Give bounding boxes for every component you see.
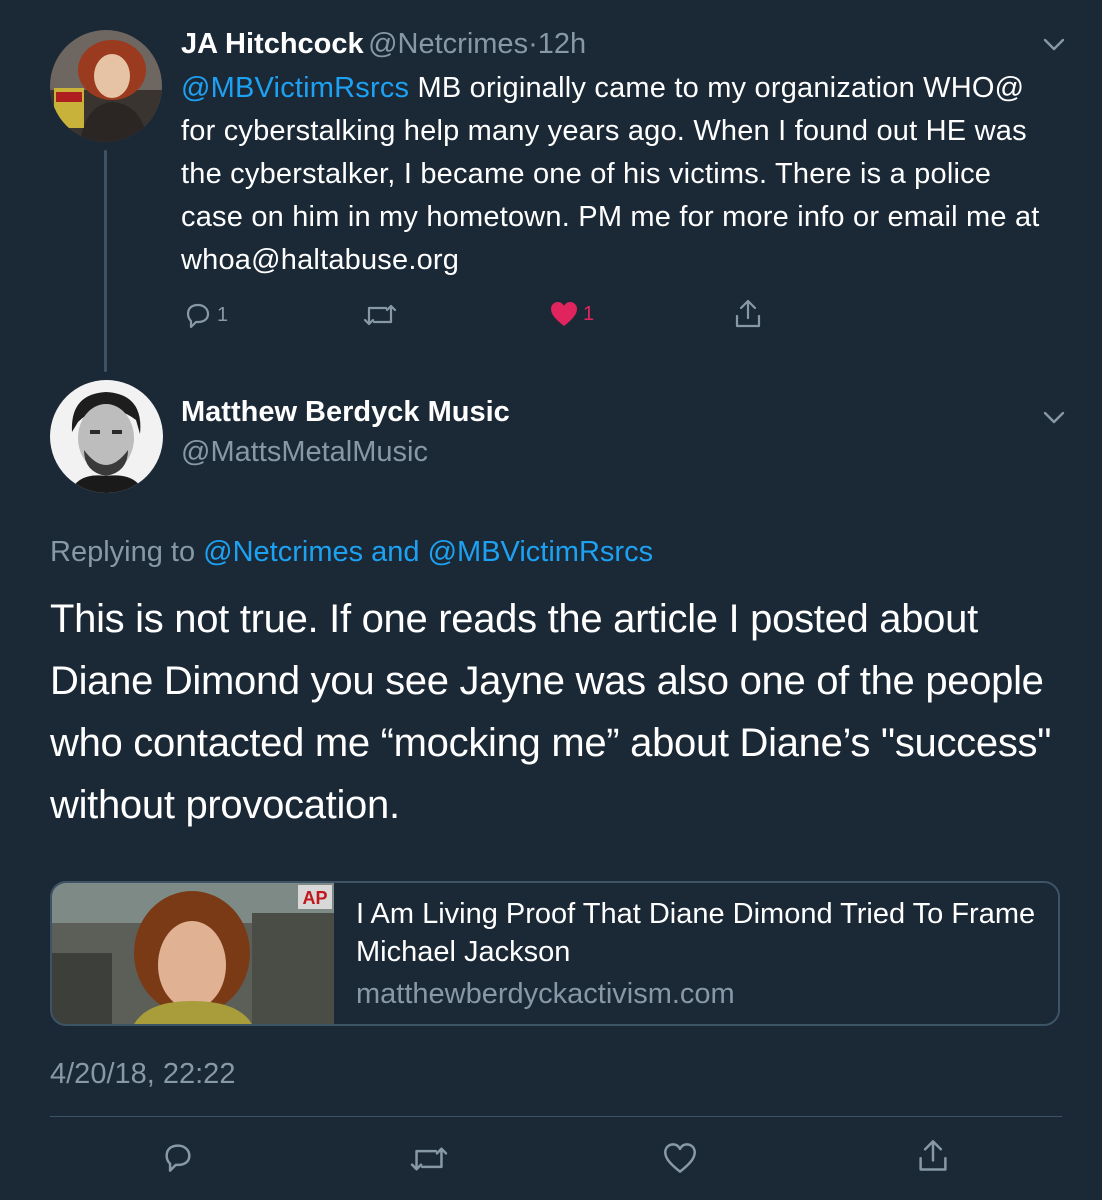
replying-to-line: Replying to @Netcrimes and @MBVictimRsrc…	[50, 536, 653, 569]
link-preview-domain: matthewberdyckactivism.com	[356, 978, 735, 1010]
reply-icon	[161, 1140, 195, 1174]
like-count: 1	[583, 302, 595, 325]
link-preview-image: AP	[52, 883, 334, 1024]
chevron-down-icon[interactable]	[1043, 411, 1065, 430]
avatar-ja-hitchcock[interactable]	[50, 30, 162, 142]
ap-logo: AP	[302, 888, 327, 908]
action-bar-divider	[50, 1116, 1062, 1117]
reply-button[interactable]	[161, 1140, 195, 1174]
tweet-time[interactable]: 12h	[538, 28, 586, 60]
reply-icon	[183, 300, 213, 330]
reply-button[interactable]: 1	[183, 300, 228, 330]
reply-count: 1	[217, 303, 229, 326]
tweet2-handle[interactable]: @MattsMetalMusic	[181, 436, 428, 469]
mention-link[interactable]: @MBVictimRsrcs	[181, 72, 409, 104]
link-preview-card[interactable]: AP I Am Living Proof That Diane Dimond T…	[50, 881, 1060, 1026]
thread-connector-line	[104, 150, 107, 372]
retweet-button[interactable]	[408, 1142, 450, 1176]
retweet-button[interactable]	[362, 300, 398, 330]
share-button[interactable]	[916, 1138, 950, 1174]
share-icon	[733, 298, 763, 330]
tweet2-display-name[interactable]: Matthew Berdyck Music	[181, 396, 510, 429]
display-name[interactable]: JA Hitchcock	[181, 28, 364, 60]
display-name-text: Matthew Berdyck Music	[181, 396, 510, 428]
tweet1-text: @MBVictimRsrcs MB originally came to my …	[181, 67, 1061, 282]
avatar-matthew-berdyck[interactable]	[50, 380, 163, 493]
like-icon	[549, 300, 579, 328]
share-icon	[916, 1138, 950, 1174]
replying-to-links[interactable]: @Netcrimes and @MBVictimRsrcs	[203, 536, 653, 568]
user-handle[interactable]: @Netcrimes	[368, 28, 528, 60]
chevron-down-icon[interactable]	[1043, 38, 1065, 57]
share-button[interactable]	[733, 298, 763, 330]
retweet-icon	[408, 1142, 450, 1176]
dot-separator: ·	[528, 28, 538, 60]
tweet2-text: This is not true. If one reads the artic…	[50, 597, 1052, 827]
tweet1-header: JA Hitchcock @Netcrimes·12h	[181, 28, 586, 61]
link-preview-title: I Am Living Proof That Diane Dimond Trie…	[356, 898, 1036, 968]
like-button[interactable]: 1	[549, 300, 594, 328]
tweet-timestamp: 4/20/18, 22:22	[50, 1058, 236, 1090]
replying-prefix: Replying to	[50, 536, 204, 568]
like-icon	[663, 1142, 697, 1174]
like-button[interactable]	[663, 1142, 697, 1174]
retweet-icon	[362, 300, 398, 330]
